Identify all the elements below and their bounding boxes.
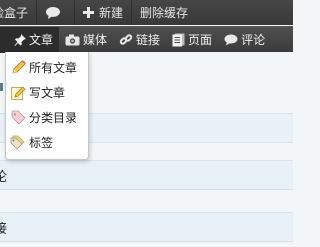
list-row-links-label: 接 <box>0 221 8 237</box>
chain-link-icon <box>119 33 133 47</box>
submenu-item-categories[interactable]: 分类目录 <box>6 105 88 130</box>
tag-icon <box>10 110 26 126</box>
submenu-item-write-post-label: 写文章 <box>29 86 66 100</box>
plus-icon <box>83 7 95 18</box>
submenu-item-categories-label: 分类目录 <box>29 111 78 125</box>
nav-item-pages[interactable]: 页面 <box>166 27 218 53</box>
nav-item-links[interactable]: 链接 <box>113 27 166 53</box>
nav-item-links-label: 链接 <box>136 33 161 47</box>
admin-bar-new-button[interactable]: 新建 <box>75 0 131 25</box>
submenu-item-all-posts-label: 所有文章 <box>29 61 78 75</box>
admin-bar: 险盒子 新建 删除缓存 <box>0 0 293 25</box>
pin-icon <box>14 33 26 46</box>
list-row-comments[interactable]: 论 <box>0 160 293 190</box>
pencil-note-icon <box>10 85 26 101</box>
submenu-item-tags-label: 标签 <box>29 136 54 150</box>
list-row-links[interactable]: 接 <box>0 212 293 242</box>
page-icon <box>172 33 185 47</box>
camera-icon <box>65 34 80 46</box>
admin-bar-new-label: 新建 <box>99 6 124 20</box>
nav-item-comments[interactable]: 评论 <box>218 27 271 53</box>
admin-bar-site-item[interactable]: 险盒子 <box>0 0 36 25</box>
speech-bubble-icon <box>224 34 238 46</box>
nav-item-comments-label: 评论 <box>241 33 266 47</box>
admin-bar-clear-cache-label: 删除缓存 <box>140 6 189 20</box>
submenu-item-all-posts[interactable]: 所有文章 <box>6 55 88 80</box>
admin-bar-comments-button[interactable] <box>37 0 74 25</box>
nav-item-media-label: 媒体 <box>83 33 108 47</box>
nav-item-posts-label: 文章 <box>29 33 54 47</box>
nav-item-posts[interactable]: 文章 <box>0 26 60 53</box>
admin-bar-clear-cache-button[interactable]: 删除缓存 <box>132 0 196 25</box>
tags-icon <box>10 135 26 151</box>
submenu-item-tags[interactable]: 标签 <box>6 130 88 155</box>
nav-item-media[interactable]: 媒体 <box>59 27 113 53</box>
nav-item-pages-label: 页面 <box>188 33 213 47</box>
list-row-comments-label: 论 <box>0 169 8 185</box>
submenu-item-write-post[interactable]: 写文章 <box>6 80 88 105</box>
collapsed-menu-marker <box>0 83 3 91</box>
posts-submenu: 所有文章 写文章 分类目录 标签 <box>5 52 89 160</box>
admin-nav-bar: 文章 媒体 链接 页面 评论 <box>0 26 293 53</box>
pencil-icon <box>10 60 26 76</box>
admin-bar-site-label: 险盒子 <box>0 6 29 20</box>
speech-bubble-icon <box>45 6 61 20</box>
